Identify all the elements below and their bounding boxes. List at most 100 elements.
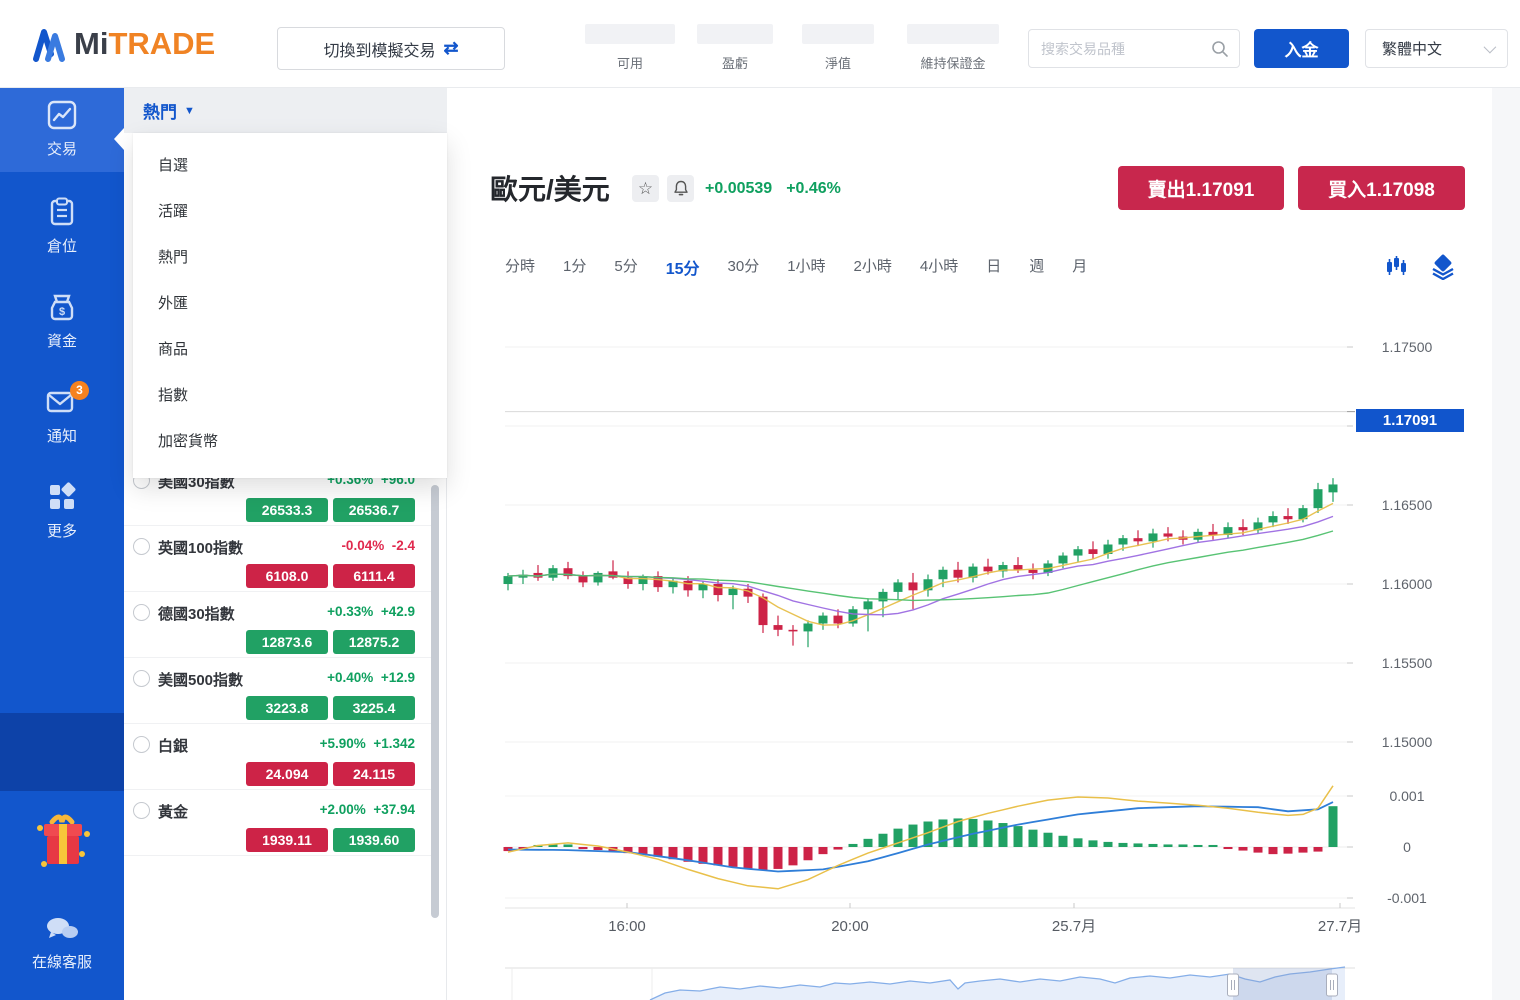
sidebar-dark-band xyxy=(0,713,124,791)
sell-price-chip[interactable]: 6108.0 xyxy=(246,564,328,588)
buy-button[interactable]: 買入1.17098 xyxy=(1298,166,1465,210)
watchlist-row-de30[interactable]: 德國30指數 +0.33% +42.9 12873.6 12875.2 xyxy=(124,592,434,658)
svg-text:20:00: 20:00 xyxy=(831,918,869,935)
notification-badge: 3 xyxy=(70,381,89,400)
stat-pnl: 盈虧 xyxy=(697,24,773,72)
watchlist-row-us500[interactable]: 美國500指數 +0.40% +12.9 3223.8 3225.4 xyxy=(124,658,434,724)
current-price-tag: 1.17091 xyxy=(1356,409,1464,432)
radio-icon[interactable] xyxy=(133,802,150,819)
mitrade-logo-icon xyxy=(30,24,68,64)
chat-bubbles-icon xyxy=(44,916,80,942)
stat-value-placeholder xyxy=(585,24,675,44)
timeframe-tabs: 分時 1分 5分 15分 30分 1小時 2小時 4小時 日 週 月 xyxy=(505,255,1087,279)
trade-chart-icon xyxy=(47,100,77,130)
stat-margin: 維持保證金 xyxy=(907,24,999,72)
buy-price-chip[interactable]: 26536.7 xyxy=(333,498,415,522)
sell-price-chip[interactable]: 24.094 xyxy=(246,762,328,786)
stat-value-placeholder xyxy=(907,24,999,44)
stat-value-placeholder xyxy=(697,24,773,44)
radio-icon[interactable] xyxy=(133,604,150,621)
instrument-change: +0.00539+0.46% xyxy=(705,180,855,198)
menu-item-indices[interactable]: 指數 xyxy=(133,373,447,419)
instrument-title: 歐元/美元 xyxy=(490,168,610,208)
sidebar-item-trade[interactable]: 交易 xyxy=(0,88,124,172)
svg-text:25.7月: 25.7月 xyxy=(1052,918,1096,935)
switch-demo-button[interactable]: 切換到模擬交易 ⇄ xyxy=(277,27,505,70)
tab-timeframe[interactable]: 1小時 xyxy=(787,255,825,279)
price-alert-button[interactable] xyxy=(667,175,694,202)
menu-item-forex[interactable]: 外匯 xyxy=(133,281,447,327)
menu-item-active[interactable]: 活躍 xyxy=(133,189,447,235)
radio-icon[interactable] xyxy=(133,670,150,687)
watchlist-category-selector[interactable]: 熱門 ▼ xyxy=(124,88,447,133)
category-dropdown-menu: 自選 活躍 熱門 外匯 商品 指數 加密貨幣 xyxy=(133,133,447,478)
navigator-strip[interactable] xyxy=(505,968,1347,1000)
stat-equity: 淨值 xyxy=(802,24,874,72)
mitrade-logo[interactable]: MiTRADE xyxy=(30,22,215,66)
tab-timeframe[interactable]: 月 xyxy=(1072,255,1087,279)
stat-value-placeholder xyxy=(802,24,874,44)
star-icon: ☆ xyxy=(638,179,653,199)
tab-timeframe[interactable]: 1分 xyxy=(563,255,586,279)
menu-item-hot[interactable]: 熱門 xyxy=(133,235,447,281)
buy-price-chip[interactable]: 3225.4 xyxy=(333,696,415,720)
buy-price-chip[interactable]: 24.115 xyxy=(333,762,415,786)
sidebar-item-more[interactable]: 更多 xyxy=(0,470,124,554)
watchlist-row-silver[interactable]: 白銀 +5.90% +1.342 24.094 24.115 xyxy=(124,724,434,790)
radio-icon[interactable] xyxy=(133,538,150,555)
favorite-star-button[interactable]: ☆ xyxy=(632,175,659,202)
sell-price-chip[interactable]: 3223.8 xyxy=(246,696,328,720)
tab-timeframe[interactable]: 分時 xyxy=(505,255,535,279)
caret-down-icon: ▼ xyxy=(184,105,195,117)
menu-item-favorites[interactable]: 自選 xyxy=(133,143,447,189)
indicators-layers-icon[interactable] xyxy=(1430,254,1456,285)
buy-price-chip[interactable]: 6111.4 xyxy=(333,564,415,588)
tab-timeframe[interactable]: 日 xyxy=(986,255,1001,279)
sell-price-chip[interactable]: 26533.3 xyxy=(246,498,328,522)
svg-text:16:00: 16:00 xyxy=(608,918,646,935)
logo-text-trade: TRADE xyxy=(108,26,215,62)
sell-price-chip[interactable]: 1939.11 xyxy=(246,828,328,852)
search-input[interactable] xyxy=(1041,30,1201,67)
search-box xyxy=(1028,29,1240,68)
svg-text:27.7月: 27.7月 xyxy=(1318,918,1362,935)
swap-icon: ⇄ xyxy=(443,38,458,59)
top-header: MiTRADE 切換到模擬交易 ⇄ 可用 盈虧 淨值 維持保證金 入金 繁體中文 xyxy=(0,0,1520,88)
tab-timeframe[interactable]: 15分 xyxy=(666,255,700,279)
chevron-down-icon xyxy=(1484,41,1497,54)
tab-timeframe[interactable]: 4小時 xyxy=(920,255,958,279)
stat-available: 可用 xyxy=(585,24,675,72)
radio-icon[interactable] xyxy=(133,736,150,753)
buy-price-chip[interactable]: 12875.2 xyxy=(333,630,415,654)
left-sidebar: 交易 倉位 $ 資金 3 通知 更多 xyxy=(0,88,124,1000)
buy-price-chip[interactable]: 1939.60 xyxy=(333,828,415,852)
watchlist-scrollbar[interactable] xyxy=(431,485,439,918)
tab-timeframe[interactable]: 30分 xyxy=(728,255,760,279)
gift-promo-icon[interactable] xyxy=(32,806,92,883)
chart-type-icon[interactable] xyxy=(1384,254,1408,283)
sell-button[interactable]: 賣出1.17091 xyxy=(1118,166,1284,210)
chart-canvas[interactable] xyxy=(505,300,1347,908)
tab-timeframe[interactable]: 2小時 xyxy=(854,255,892,279)
sidebar-item-funds[interactable]: $ 資金 xyxy=(0,280,124,364)
panel-collapse-arrow[interactable] xyxy=(114,128,124,150)
sell-price-chip[interactable]: 12873.6 xyxy=(246,630,328,654)
bell-icon xyxy=(673,180,689,197)
live-chat-button[interactable]: 在線客服 xyxy=(0,916,124,972)
logo-text-mi: Mi xyxy=(74,26,108,62)
sidebar-item-positions[interactable]: 倉位 xyxy=(0,185,124,269)
menu-item-crypto[interactable]: 加密貨幣 xyxy=(133,419,447,465)
deposit-button[interactable]: 入金 xyxy=(1254,29,1349,68)
menu-item-commodities[interactable]: 商品 xyxy=(133,327,447,373)
positions-clipboard-icon xyxy=(47,197,77,227)
more-grid-icon xyxy=(47,482,77,512)
language-selector[interactable]: 繁體中文 xyxy=(1365,29,1508,68)
svg-text:$: $ xyxy=(59,306,65,318)
funds-money-icon: $ xyxy=(47,292,77,322)
sidebar-item-notifications[interactable]: 3 通知 xyxy=(0,375,124,459)
watchlist-row-gold[interactable]: 黃金 +2.00% +37.94 1939.11 1939.60 xyxy=(124,790,434,856)
watchlist-row-uk100[interactable]: 英國100指數 -0.04% -2.4 6108.0 6111.4 xyxy=(124,526,434,592)
search-icon[interactable] xyxy=(1211,40,1229,58)
tab-timeframe[interactable]: 週 xyxy=(1029,255,1044,279)
tab-timeframe[interactable]: 5分 xyxy=(614,255,637,279)
